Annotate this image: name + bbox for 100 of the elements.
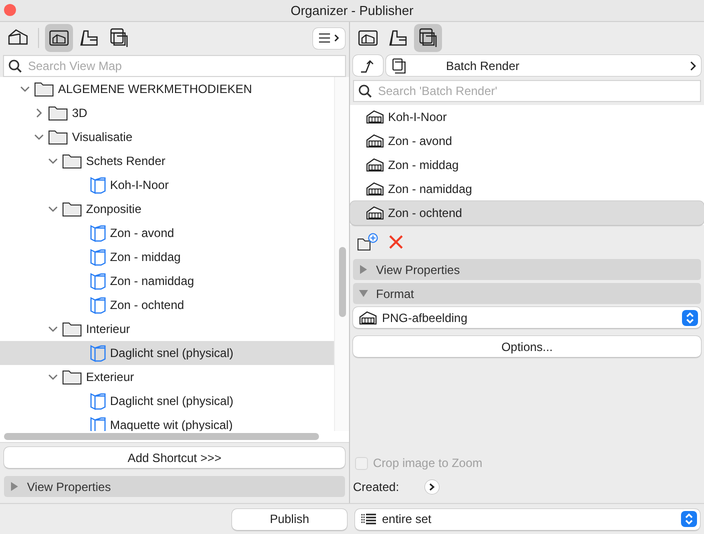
house-render-icon [366,206,384,220]
folder-icon [62,321,82,337]
section-header[interactable]: Format [353,283,701,304]
chevron-icon[interactable] [34,132,44,142]
tree-item[interactable]: Interieur [0,317,334,341]
tree-item[interactable]: 3D [0,101,334,125]
list-item-label: Koh-I-Noor [388,110,447,124]
tree-item[interactable]: Zon - ochtend [0,293,334,317]
tree-item-label: Schets Render [86,154,166,168]
up-button[interactable] [353,55,383,76]
open-box-icon [90,248,106,266]
scrollbar[interactable] [4,433,319,440]
created-label: Created: [353,480,400,494]
up-arrow-icon [360,58,376,72]
chevron-icon[interactable] [48,204,58,214]
tree-item-label: Zon - namiddag [110,274,194,288]
list-icon [361,513,377,525]
section-title: View Properties [27,480,111,494]
tree-item-label: Interieur [86,322,130,336]
tree-item[interactable]: Koh-I-Noor [0,173,334,197]
tree-item-label: Daglicht snel (physical) [110,394,234,408]
open-box-icon [90,272,106,290]
tree-item-label: Visualisatie [72,130,132,144]
section-title: View Properties [376,262,460,276]
chevron-icon[interactable] [34,108,44,118]
folder-icon [48,105,68,121]
folder-icon [34,81,54,97]
list-item[interactable]: Zon - middag [350,153,704,177]
scrollbar[interactable] [339,247,346,317]
chevron-icon [429,483,436,491]
house-render-icon [366,110,384,124]
tree-item[interactable]: Zon - middag [0,245,334,269]
tree-item[interactable]: Daglicht snel (physical) [0,341,334,365]
tree-item-label: Exterieur [86,370,134,384]
chevron-icon[interactable] [20,84,30,94]
search-field[interactable]: Search 'Batch Render' [353,80,701,102]
folder-icon [48,129,68,145]
dropdown[interactable]: entire set [355,508,700,530]
tree-item[interactable]: Zonpositie [0,197,334,221]
window-title: Organizer - Publisher [290,3,414,18]
tree-item-label: Zon - middag [110,250,181,264]
list-item-label: Zon - middag [388,158,459,172]
tree-item-label: Zonpositie [86,202,142,216]
breadcrumb-button[interactable]: Batch Render [386,55,701,76]
house-render-icon [366,182,384,196]
tree-item-label: Koh-I-Noor [110,178,169,192]
section-header[interactable]: View Properties [353,259,701,280]
tree-item[interactable]: Visualisatie [0,125,334,149]
tree-item[interactable]: Zon - namiddag [0,269,334,293]
publish-button[interactable]: Publish [232,508,347,530]
search-field[interactable]: Search View Map [3,55,346,77]
stepper-icon [682,310,698,326]
tree-item-label: ALGEMENE WERKMETHODIEKEN [58,82,252,96]
tree-item-label: 3D [72,106,88,120]
tree-item[interactable]: Exterieur [0,365,334,389]
menu-button[interactable] [313,28,345,48]
list-item-label: Zon - avond [388,134,452,148]
section-header[interactable]: View Properties [4,476,345,497]
list-item[interactable]: Zon - ochtend [350,201,704,225]
disclosure-triangle-icon[interactable] [10,482,19,491]
options-button[interactable]: Options... [353,336,701,357]
tree-item[interactable]: ALGEMENE WERKMETHODIEKEN [0,77,334,101]
new-folder-button[interactable] [357,233,379,251]
menu-icon [318,32,340,44]
add-shortcut-button[interactable]: Add Shortcut >>> [4,447,345,468]
list-item[interactable]: Zon - avond [350,129,704,153]
close-button[interactable] [4,4,16,16]
list-item[interactable]: Koh-I-Noor [350,105,704,129]
dropdown[interactable]: PNG-afbeelding [353,307,701,328]
disclosure-triangle-icon[interactable] [359,289,368,298]
open-box-icon [90,224,106,242]
open-box-icon [90,176,106,194]
section-title: Format [376,286,414,300]
list-item-label: Zon - namiddag [388,182,472,196]
house-render-icon [366,134,384,148]
house-render-icon [366,158,384,172]
open-box-icon [90,296,106,314]
delete-button[interactable] [389,235,403,249]
tree-item-label: Daglicht snel (physical) [110,346,234,360]
toolbar-button[interactable] [414,24,442,52]
disclosure-triangle-icon[interactable] [359,265,368,274]
chevron-icon[interactable] [48,324,58,334]
details-button[interactable] [425,480,440,494]
open-box-icon [90,392,106,410]
folder-icon [62,201,82,217]
stacked-pages-icon [392,58,408,74]
house-render-icon [359,310,377,324]
tree-item[interactable]: Schets Render [0,149,334,173]
tree-item[interactable]: Zon - avond [0,221,334,245]
open-box-icon [90,344,106,362]
tree-item-label: Zon - avond [110,226,174,240]
chevron-icon[interactable] [48,156,58,166]
cross-icon [389,235,403,249]
chevron-icon[interactable] [48,372,58,382]
tree-item[interactable]: Daglicht snel (physical) [0,389,334,413]
open-box-icon [90,416,106,431]
toolbar-button[interactable] [45,24,73,52]
chevron-icon [689,60,697,70]
tree-item-label: Zon - ochtend [110,298,184,312]
list-item[interactable]: Zon - namiddag [350,177,704,201]
